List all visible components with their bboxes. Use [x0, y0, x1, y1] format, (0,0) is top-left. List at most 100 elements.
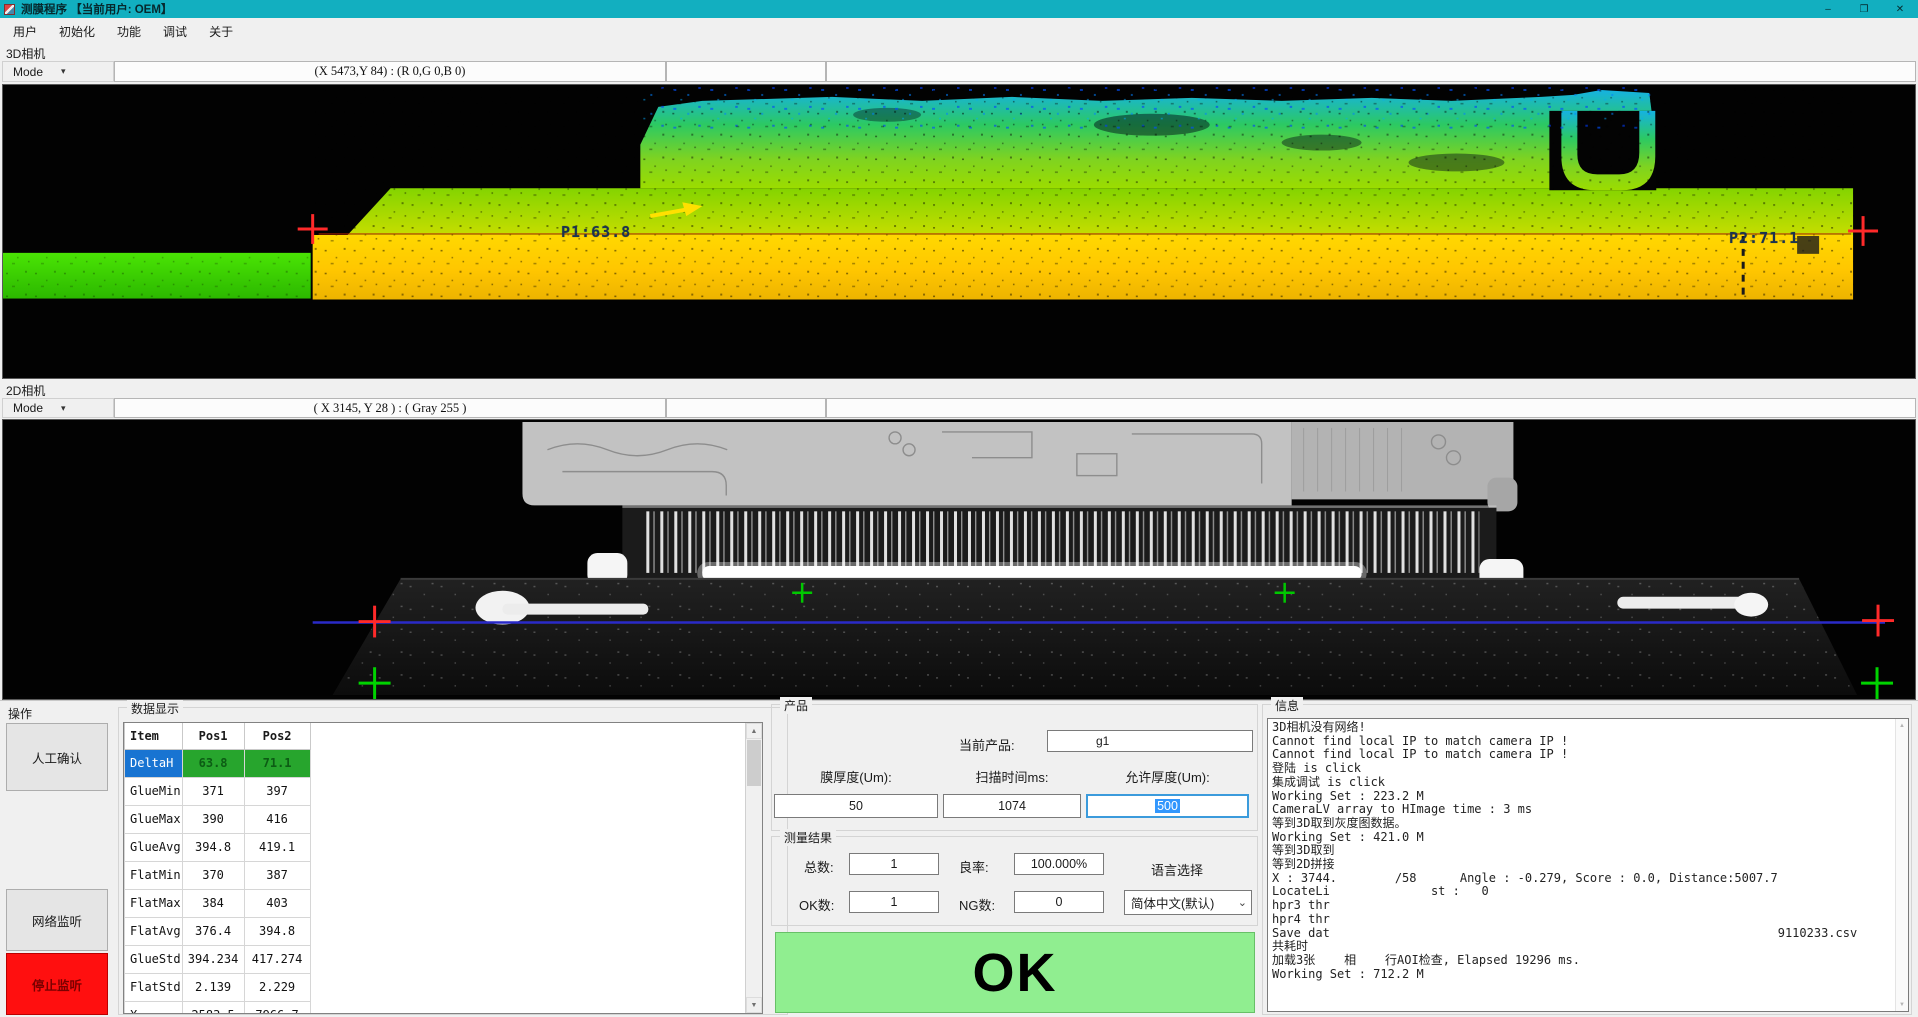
ok-count-label: OK数: — [799, 895, 834, 914]
data-display-group: 数据显示 Item Pos1 Pos2 DeltaH 63.8 71.1 Glu… — [118, 707, 788, 1015]
statusbar-cell — [826, 398, 1916, 418]
app-icon — [4, 4, 15, 15]
scroll-up-icon[interactable]: ▲ — [746, 723, 762, 739]
p1-annotation: P1:63.8 — [561, 223, 631, 241]
data-table: Item Pos1 Pos2 DeltaH 63.8 71.1 GlueMin … — [123, 722, 763, 1014]
log-line: Working Set : 712.2 M — [1272, 968, 1908, 982]
result-status-panel: OK — [775, 932, 1255, 1013]
pixel-readout-3d: (X 5473,Y 84) : (R 0,G 0,B 0) — [114, 61, 666, 82]
log-scrollbar[interactable]: ▲ ▼ — [1895, 719, 1908, 1011]
camera2d-toolbar: Mode ▾ ( X 3145, Y 28 ) : ( Gray 255 ) — [2, 398, 1916, 418]
table-row[interactable]: X 2583.5 7966.7 — [125, 1001, 311, 1014]
log-line: Cannot find local IP to match camera IP … — [1272, 735, 1908, 749]
table-row[interactable]: GlueStd 394.234 417.274 — [125, 945, 311, 973]
ok-count-input[interactable]: 1 — [849, 891, 939, 913]
table-scrollbar[interactable]: ▲ ▼ — [745, 723, 762, 1013]
window-controls: – ❐ ✕ — [1810, 0, 1918, 18]
minimize-button[interactable]: – — [1810, 0, 1846, 18]
language-select[interactable]: 简体中文(默认) ⌄ — [1124, 890, 1252, 915]
table-row[interactable]: GlueAvg 394.8 419.1 — [125, 833, 311, 861]
log-line: CameraLV array to HImage time : 3 ms — [1272, 803, 1908, 817]
log-line: 集成调试 is click — [1272, 776, 1908, 790]
grayscale-image — [3, 420, 1915, 699]
heightmap-image — [3, 85, 1915, 378]
product-group: 产品 当前产品: g1 膜厚度(Um): 50 扫描时间ms: 1074 允许厚… — [771, 704, 1258, 831]
menu-bar: 用户 初始化 功能 调试 关于 — [0, 18, 1918, 44]
data-display-label: 数据显示 — [127, 700, 183, 717]
product-field-input[interactable]: 50 — [774, 794, 938, 818]
table-row[interactable]: GlueMax 390 416 — [125, 805, 311, 833]
chevron-down-icon: ⌄ — [1238, 896, 1247, 909]
col-header-pos2[interactable]: Pos2 — [244, 723, 310, 749]
menu-item[interactable]: 功能 — [106, 19, 152, 44]
product-field-label: 允许厚度(Um): — [1125, 767, 1210, 786]
product-field: 膜厚度(Um): 50 — [774, 765, 938, 818]
results-group-label: 测量结果 — [780, 829, 836, 846]
camera3d-view[interactable]: P1:63.8 P2:71.1 — [2, 84, 1916, 379]
table-row[interactable]: FlatAvg 376.4 394.8 — [125, 917, 311, 945]
table-row[interactable]: FlatMin 370 387 — [125, 861, 311, 889]
log-line: Working Set : 223.2 M — [1272, 790, 1908, 804]
product-field-input[interactable]: 500 — [1086, 794, 1249, 818]
menu-item[interactable]: 调试 — [152, 19, 198, 44]
log-line: hpr4 thr — [1272, 913, 1908, 927]
product-field-value: 50 — [849, 799, 863, 813]
current-product-input[interactable]: g1 — [1047, 730, 1253, 752]
close-button[interactable]: ✕ — [1882, 0, 1918, 18]
table-header-row: Item Pos1 Pos2 — [125, 723, 311, 749]
col-header-pos1[interactable]: Pos1 — [182, 723, 244, 749]
table-row[interactable]: DeltaH 63.8 71.1 — [125, 749, 311, 777]
menu-item[interactable]: 关于 — [198, 19, 244, 44]
log-line: 登陆 is click — [1272, 762, 1908, 776]
scrollbar-thumb[interactable] — [747, 740, 761, 786]
product-field-value: 500 — [1155, 799, 1180, 813]
yield-input[interactable]: 100.000% — [1014, 853, 1104, 875]
log-line: 共耗时 — [1272, 940, 1908, 954]
current-product-label: 当前产品: — [959, 735, 1015, 754]
product-field-value: 1074 — [998, 799, 1026, 813]
table-row[interactable]: GlueMin 371 397 — [125, 777, 311, 805]
language-select-label: 语言选择 — [1151, 860, 1203, 879]
mode-dropdown-2d[interactable]: Mode ▾ — [2, 398, 114, 418]
ng-count-input[interactable]: 0 — [1014, 891, 1104, 913]
log-line: Working Set : 421.0 M — [1272, 831, 1908, 845]
maximize-button[interactable]: ❐ — [1846, 0, 1882, 18]
chevron-down-icon: ▾ — [61, 66, 66, 77]
total-count-input[interactable]: 1 — [849, 853, 939, 875]
log-line: Cannot find local IP to match camera IP … — [1272, 748, 1908, 762]
camera3d-toolbar: Mode ▾ (X 5473,Y 84) : (R 0,G 0,B 0) — [2, 61, 1916, 82]
stop-listen-button[interactable]: 停止监听 — [6, 953, 108, 1015]
camera2d-label: 2D相机 — [6, 382, 45, 399]
log-output[interactable]: 3D相机没有网络! Cannot find local IP to match … — [1267, 718, 1909, 1012]
menu-item[interactable]: 用户 — [2, 19, 48, 44]
log-line: LocateLi st : 0 — [1272, 885, 1908, 899]
table-row[interactable]: FlatStd 2.139 2.229 — [125, 973, 311, 1001]
product-field: 扫描时间ms: 1074 — [943, 765, 1081, 818]
log-line: hpr3 thr — [1272, 899, 1908, 913]
scroll-down-icon[interactable]: ▼ — [746, 997, 762, 1013]
info-group-label: 信息 — [1271, 697, 1303, 714]
window-title: 测膜程序 【当前用户: OEM】 — [21, 1, 172, 17]
manual-confirm-button[interactable]: 人工确认 — [6, 723, 108, 791]
results-group: 测量结果 总数: 1 良率: 100.000% OK数: 1 NG数: 0 语言… — [771, 836, 1258, 926]
camera3d-label: 3D相机 — [6, 45, 45, 62]
log-line: Save dat 9110233.csv — [1272, 927, 1908, 941]
operation-group-label: 操作 — [8, 705, 32, 722]
mode-dropdown-3d[interactable]: Mode ▾ — [2, 61, 114, 82]
total-count-label: 总数: — [804, 857, 834, 876]
camera2d-view[interactable] — [2, 419, 1916, 700]
product-field-label: 扫描时间ms: — [976, 767, 1049, 786]
col-header-item[interactable]: Item — [125, 723, 183, 749]
table-row[interactable]: FlatMax 384 403 — [125, 889, 311, 917]
product-field: 允许厚度(Um): 500 — [1086, 765, 1249, 818]
language-select-value: 简体中文(默认) — [1131, 893, 1214, 912]
network-listen-button[interactable]: 网络监听 — [6, 889, 108, 951]
product-fields: 膜厚度(Um): 50 扫描时间ms: 1074 允许厚度(Um): 500 — [774, 765, 1255, 818]
product-field-label: 膜厚度(Um): — [820, 767, 892, 786]
current-product-value: g1 — [1096, 734, 1109, 748]
product-field-input[interactable]: 1074 — [943, 794, 1081, 818]
scroll-up-icon[interactable]: ▲ — [1896, 719, 1908, 732]
menu-item[interactable]: 初始化 — [48, 19, 106, 44]
yield-label: 良率: — [959, 857, 989, 876]
scroll-down-icon[interactable]: ▼ — [1896, 998, 1908, 1011]
